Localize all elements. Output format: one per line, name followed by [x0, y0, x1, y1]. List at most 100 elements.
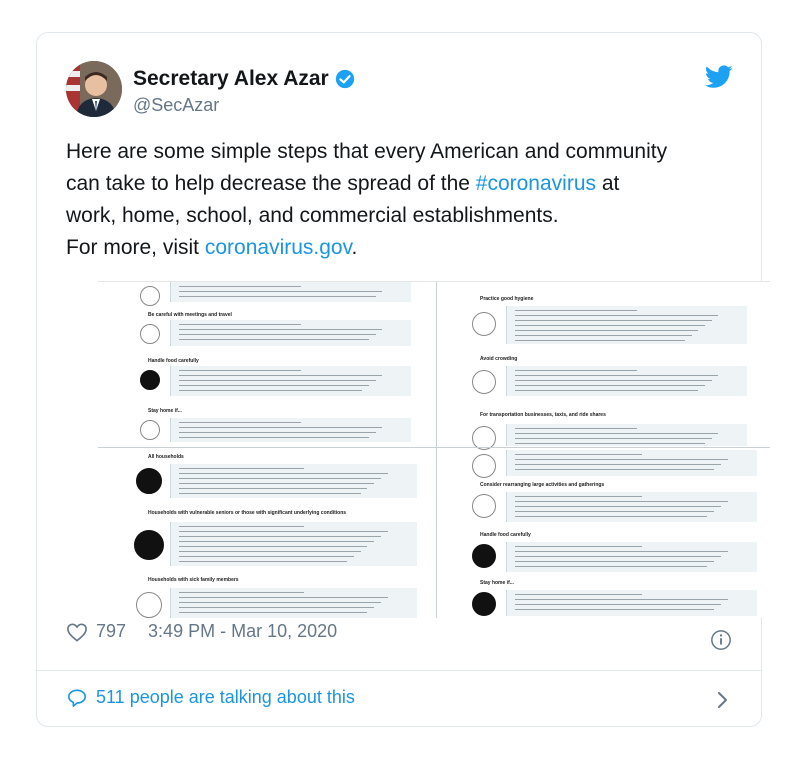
chevron-right-icon[interactable]: [715, 690, 731, 710]
twitter-bird-icon[interactable]: [705, 65, 733, 89]
text-line: [515, 556, 721, 557]
conversation-text[interactable]: 511 people are talking about this: [96, 687, 355, 708]
text-line: [179, 432, 376, 433]
infographic-right-page: Practice good hygiene Avoid crowding For…: [438, 282, 770, 618]
text-line: [179, 334, 376, 335]
author-handle[interactable]: @SecAzar: [133, 95, 219, 116]
gathering-icon: [472, 494, 496, 518]
text-line: [179, 375, 383, 376]
text-line: [515, 511, 714, 512]
text-line: [515, 516, 707, 517]
house-icon: [140, 420, 160, 440]
text-line: [179, 422, 301, 423]
text-line: [515, 375, 719, 376]
text-line: [515, 443, 706, 444]
like-count[interactable]: 797: [96, 621, 126, 642]
tweet-text: Here are some simple steps that every Am…: [66, 136, 746, 264]
page-gutter: [436, 282, 437, 618]
food-icon: [140, 370, 160, 390]
house-icon: [472, 592, 496, 616]
text-block: [506, 450, 757, 476]
hygiene-icon: [472, 454, 496, 478]
hashtag-link[interactable]: #coronavirus: [476, 172, 596, 195]
text-line: [515, 546, 643, 547]
text-line: [515, 330, 699, 331]
text-line: [515, 561, 714, 562]
text-line: [515, 599, 728, 600]
text-line: [179, 602, 382, 603]
conversation-link[interactable]: 511 people are talking about this: [66, 687, 355, 708]
house-icon: [136, 468, 162, 494]
infographic-image[interactable]: Be careful with meetings and travel Hand…: [98, 281, 770, 618]
text-line: [515, 310, 637, 311]
text-line: [179, 531, 388, 532]
tweet-line-4: For more, visit coronavirus.gov.: [66, 232, 746, 264]
text-block: [506, 590, 757, 616]
text-line: [515, 551, 728, 552]
section-heading: All households: [148, 454, 184, 460]
text-line: [179, 437, 370, 438]
text-block: [506, 366, 747, 396]
timestamp[interactable]: 3:49 PM - Mar 10, 2020: [148, 621, 337, 642]
text-line: [179, 597, 388, 598]
avatar[interactable]: [66, 61, 122, 117]
text-line: [515, 390, 699, 391]
text-line: [515, 385, 706, 386]
text-line: [515, 428, 637, 429]
text-line: [179, 526, 304, 527]
crowd-icon: [472, 370, 496, 394]
text-block: [170, 588, 417, 618]
text-line: [515, 380, 712, 381]
text-line: [515, 370, 637, 371]
section-heading: Handle food carefully: [148, 358, 199, 364]
text-line: [179, 483, 375, 484]
hygiene-icon: [140, 286, 160, 306]
tweet-line-4-post: .: [351, 236, 358, 259]
author-name[interactable]: Secretary Alex Azar: [133, 67, 355, 91]
text-line: [179, 561, 347, 562]
footer-divider: [37, 670, 761, 671]
text-line: [515, 594, 643, 595]
info-icon[interactable]: [710, 629, 732, 651]
text-block: [170, 418, 411, 442]
section-heading: Stay home if...: [480, 580, 514, 586]
text-line: [179, 468, 304, 469]
text-line: [179, 324, 301, 325]
author-name-text[interactable]: Secretary Alex Azar: [133, 67, 329, 91]
shield-icon: [134, 530, 164, 560]
text-line: [515, 320, 712, 321]
text-line: [179, 493, 361, 494]
section-heading: Stay home if...: [148, 408, 182, 414]
section-heading: Consider rearranging large activities an…: [480, 482, 605, 488]
text-line: [179, 296, 376, 297]
tweet-card: Secretary Alex Azar @SecAzar Here are so…: [36, 32, 770, 727]
text-line: [179, 339, 370, 340]
section-heading: Avoid crowding: [480, 356, 518, 362]
text-line: [179, 551, 361, 552]
text-line: [179, 385, 370, 386]
section-heading: Practice good hygiene: [480, 296, 534, 302]
text-line: [515, 496, 643, 497]
text-block: [170, 522, 417, 566]
text-line: [515, 438, 712, 439]
hygiene-icon: [472, 312, 496, 336]
text-block: [506, 424, 747, 446]
website-link[interactable]: coronavirus.gov: [205, 236, 352, 259]
section-heading: Be careful with meetings and travel: [148, 312, 232, 318]
text-line: [179, 390, 363, 391]
tweet-line-4-pre: For more, visit: [66, 236, 205, 259]
section-heading: For transportation businesses, taxis, an…: [480, 412, 606, 418]
tweet-line-1: Here are some simple steps that every Am…: [66, 140, 668, 163]
text-block: [506, 306, 747, 344]
text-line: [179, 473, 388, 474]
text-line: [515, 566, 707, 567]
tweet-meta: 797 3:49 PM - Mar 10, 2020: [66, 621, 337, 642]
heart-icon[interactable]: [66, 622, 88, 642]
text-line: [515, 433, 719, 434]
text-line: [179, 488, 368, 489]
text-line: [515, 469, 714, 470]
text-line: [179, 427, 383, 428]
text-line: [179, 546, 368, 547]
text-line: [179, 612, 368, 613]
text-line: [515, 315, 719, 316]
